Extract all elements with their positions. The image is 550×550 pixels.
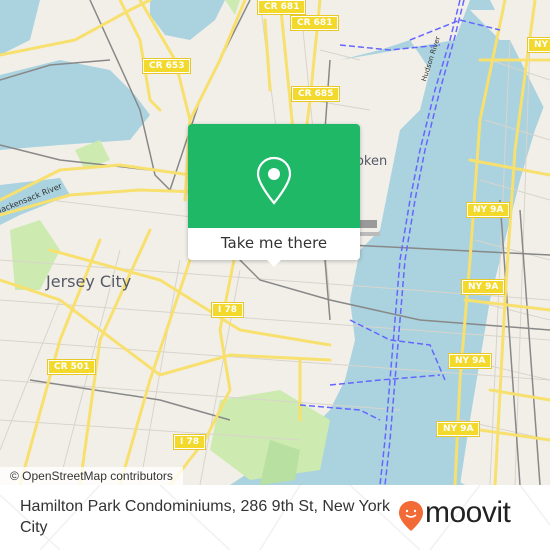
map-pin-icon — [256, 156, 292, 205]
moovit-pin-icon — [399, 501, 423, 531]
moovit-wordmark: moovit — [425, 496, 511, 529]
road-shield-ny-9a-3: NY 9A — [460, 279, 506, 295]
road-shield-cr-501: CR 501 — [46, 359, 97, 375]
map-attribution[interactable]: © OpenStreetMap contributors — [0, 467, 183, 485]
road-shield-cr-681-top: CR 681 — [256, 0, 307, 15]
road-shield-ny-9a-5: NY 9A — [435, 421, 481, 437]
road-shield-i-78-south: I 78 — [172, 434, 207, 450]
road-shield-cr-685: CR 685 — [290, 86, 341, 102]
moovit-logo[interactable]: moovit — [398, 496, 528, 531]
location-popup: Take me there — [188, 124, 360, 267]
place-label-jersey-city: Jersey City — [46, 272, 132, 291]
road-shield-cr-681: CR 681 — [289, 15, 340, 31]
address-text: Hamilton Park Condominiums, 286 9th St, … — [20, 498, 390, 536]
road-shield-ny-9a-2: NY 9A — [465, 202, 511, 218]
popup-header — [188, 124, 360, 228]
road-shield-i-78-north: I 78 — [210, 302, 245, 318]
road-shield-cr-653: CR 653 — [141, 58, 192, 74]
road-shield-ny-9a-1: NY 9A — [526, 37, 550, 53]
take-me-there-button[interactable]: Take me there — [188, 230, 360, 256]
popup-pointer — [266, 259, 282, 267]
road-shield-ny-9a-4: NY 9A — [447, 353, 493, 369]
